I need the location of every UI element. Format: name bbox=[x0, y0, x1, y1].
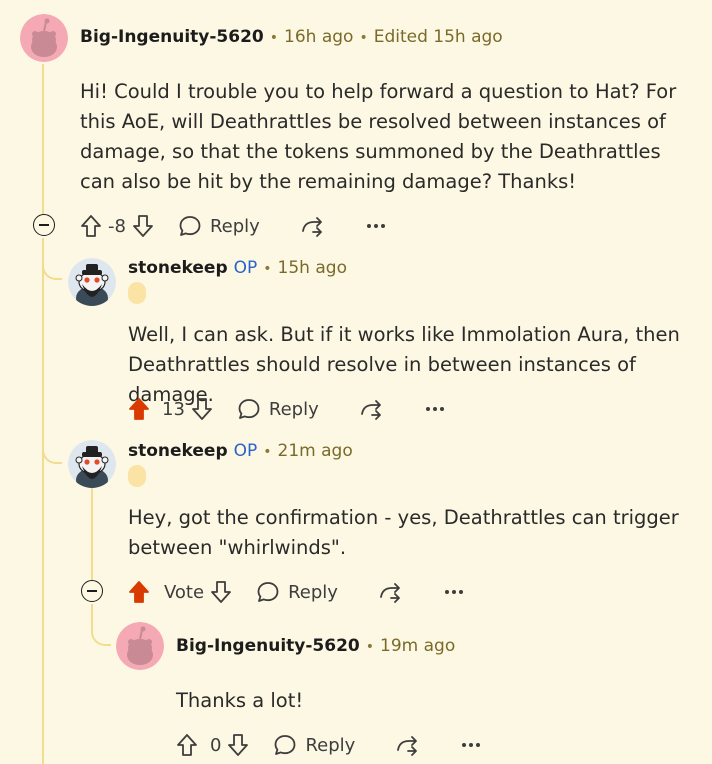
downvote-icon[interactable] bbox=[191, 397, 213, 421]
comment-body: Hi! Could I trouble you to help forward … bbox=[80, 80, 677, 193]
reply-icon bbox=[237, 397, 261, 421]
upvote-icon[interactable] bbox=[128, 397, 150, 421]
reply-label: Reply bbox=[305, 734, 356, 756]
comment-meta: stonekeep OP • 15h ago bbox=[128, 258, 347, 278]
vote-count: -8 bbox=[108, 215, 126, 237]
more-icon[interactable] bbox=[461, 742, 481, 748]
comment-meta: Big-Ingenuity-5620 • 16h ago • Edited 15… bbox=[80, 27, 503, 47]
reply-button[interactable]: Reply bbox=[237, 397, 319, 421]
downvote-icon[interactable] bbox=[210, 580, 232, 604]
vote-label: Vote bbox=[164, 581, 205, 603]
share-icon[interactable] bbox=[378, 580, 404, 604]
reply-icon bbox=[273, 733, 297, 757]
username[interactable]: Big-Ingenuity-5620 bbox=[80, 27, 264, 47]
user-flair bbox=[128, 465, 146, 487]
reply-label: Reply bbox=[209, 215, 260, 237]
snoo-avatar-icon[interactable] bbox=[116, 622, 164, 670]
separator-dot: • bbox=[263, 261, 272, 277]
username[interactable]: stonekeep bbox=[128, 441, 228, 461]
comment-meta: stonekeep OP • 21m ago bbox=[128, 441, 353, 461]
share-icon[interactable] bbox=[395, 733, 421, 757]
reply-button[interactable]: Reply bbox=[273, 733, 355, 757]
collapse-icon[interactable] bbox=[81, 580, 103, 602]
username[interactable]: Big-Ingenuity-5620 bbox=[176, 636, 360, 656]
thread-elbow bbox=[42, 420, 62, 464]
more-icon[interactable] bbox=[366, 223, 386, 229]
user-flair bbox=[128, 282, 146, 304]
reply-button[interactable]: Reply bbox=[256, 580, 338, 604]
comment-body: Thanks a lot! bbox=[176, 689, 304, 712]
separator-dot: • bbox=[263, 444, 272, 460]
thread-elbow bbox=[42, 238, 62, 280]
collapse-icon[interactable] bbox=[33, 214, 55, 236]
vote-count: 0 bbox=[210, 734, 222, 756]
comment-meta: Big-Ingenuity-5620 • 19m ago bbox=[176, 636, 455, 656]
comment-actions: 0 Reply bbox=[176, 730, 481, 760]
separator-dot: • bbox=[359, 30, 368, 46]
share-icon[interactable] bbox=[359, 397, 385, 421]
timestamp[interactable]: 16h ago bbox=[284, 27, 353, 47]
comment-actions: -8 Reply bbox=[80, 211, 386, 241]
comment-actions: Vote Reply bbox=[128, 577, 464, 607]
more-icon[interactable] bbox=[444, 589, 464, 595]
reply-label: Reply bbox=[268, 398, 319, 420]
separator-dot: • bbox=[269, 30, 279, 46]
vote-count: 13 bbox=[162, 398, 185, 420]
thread-elbow bbox=[91, 604, 111, 646]
username[interactable]: stonekeep bbox=[128, 258, 228, 278]
op-badge: OP bbox=[233, 258, 258, 278]
upvote-icon[interactable] bbox=[176, 733, 198, 757]
timestamp[interactable]: 21m ago bbox=[278, 441, 353, 461]
op-badge: OP bbox=[233, 441, 258, 461]
downvote-icon[interactable] bbox=[132, 214, 154, 238]
timestamp[interactable]: 15h ago bbox=[278, 258, 347, 278]
separator-dot: • bbox=[365, 639, 375, 655]
upvote-icon[interactable] bbox=[128, 580, 150, 604]
comment-body: Hey, got the confirmation - yes, Deathra… bbox=[128, 506, 679, 559]
thread-line bbox=[91, 484, 93, 580]
reply-button[interactable]: Reply bbox=[178, 214, 260, 238]
downvote-icon[interactable] bbox=[227, 733, 249, 757]
share-icon[interactable] bbox=[300, 214, 326, 238]
thread-line bbox=[42, 64, 44, 216]
reply-icon bbox=[256, 580, 280, 604]
upvote-icon[interactable] bbox=[80, 214, 102, 238]
snoo-avatar-icon[interactable] bbox=[68, 258, 116, 306]
thread-line bbox=[42, 238, 44, 764]
reply-label: Reply bbox=[288, 581, 338, 603]
comment-actions: 13 Reply bbox=[128, 394, 445, 424]
snoo-avatar-icon[interactable] bbox=[68, 440, 116, 488]
edited-timestamp: Edited 15h ago bbox=[373, 27, 503, 47]
timestamp[interactable]: 19m ago bbox=[380, 636, 455, 656]
reply-icon bbox=[178, 214, 202, 238]
more-icon[interactable] bbox=[425, 406, 445, 412]
snoo-avatar-icon[interactable] bbox=[20, 14, 68, 62]
